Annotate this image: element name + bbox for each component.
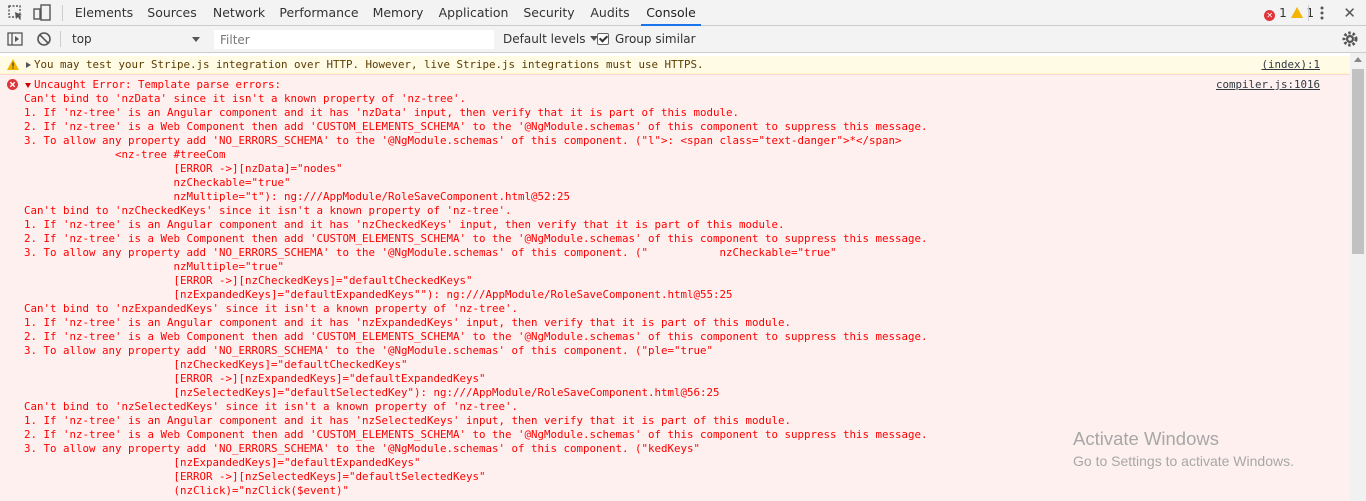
tab-network[interactable]: Network [208,0,270,26]
warning-source-link[interactable]: (index):1 [1261,58,1320,71]
error-line: 2. If 'nz-tree' is a Web Component then … [24,428,928,441]
warning-message[interactable]: You may test your Stripe.js integration … [0,56,1350,74]
toolbar-divider [60,31,61,47]
error-header: Uncaught Error: Template parse errors: [34,78,282,91]
console-scrollbar[interactable] [1350,53,1366,501]
console-settings-gear-icon[interactable] [1340,29,1360,49]
collapse-triangle-icon[interactable] [25,83,31,88]
error-line: [nzExpandedKeys]="defaultExpandedKeys" [24,456,421,469]
tab-console[interactable]: Console [641,0,701,26]
filter-input[interactable] [214,30,494,49]
error-line: (nzClick)="nzClick($event)" [24,484,350,497]
group-similar-checkbox[interactable] [597,33,609,45]
inspect-element-icon[interactable] [6,3,26,23]
device-toolbar-icon[interactable] [32,3,52,23]
warning-text: You may test your Stripe.js integration … [34,58,704,71]
tab-audits[interactable]: Audits [586,0,634,26]
error-line: Can't bind to 'nzSelectedKeys' since it … [24,400,519,413]
warning-icon [7,59,19,70]
error-line: [nzCheckedKeys]="defaultCheckedKeys" [24,358,408,371]
activate-windows-watermark: Activate Windows Go to Settings to activ… [1073,428,1294,469]
more-options-icon[interactable] [1314,5,1330,21]
error-line: [ERROR ->][nzExpandedKeys]="defaultExpan… [24,372,486,385]
chevron-down-icon [192,37,200,42]
error-line: 2. If 'nz-tree' is a Web Component then … [24,120,928,133]
group-similar-label: Group similar [615,32,696,46]
error-stack-text: Can't bind to 'nzData' since it isn't a … [24,92,928,498]
close-devtools-icon[interactable]: ✕ [1343,4,1356,22]
error-line: 1. If 'nz-tree' is an Angular component … [24,218,785,231]
issue-counts[interactable]: ✕ 1 1 [1264,0,1314,26]
scrollbar-thumb[interactable] [1352,69,1364,254]
error-line: 2. If 'nz-tree' is a Web Component then … [24,330,928,343]
error-line: [nzExpandedKeys]="defaultExpandedKeys"")… [24,288,733,301]
context-value: top [72,32,92,46]
tab-security[interactable]: Security [519,0,579,26]
context-selector[interactable]: top [66,29,206,49]
error-source-link[interactable]: compiler.js:1016 [1216,78,1320,91]
error-line: [ERROR ->][nzSelectedKeys]="defaultSelec… [24,470,486,483]
tab-sources[interactable]: Sources [143,0,201,26]
expand-triangle-icon[interactable] [26,62,31,68]
error-line: 1. If 'nz-tree' is an Angular component … [24,414,792,427]
error-count: 1 [1279,6,1287,20]
error-line: nzCheckable="true" [24,176,291,189]
error-line: nzMultiple="t"): ng:///AppModule/RoleSav… [24,190,571,203]
log-levels-label: Default levels [503,32,586,46]
watermark-subtitle: Go to Settings to activate Windows. [1073,453,1294,469]
show-sidebar-icon[interactable] [5,29,25,49]
error-line: 3. To allow any property add 'NO_ERRORS_… [24,442,701,455]
error-line: 1. If 'nz-tree' is an Angular component … [24,106,740,119]
error-line: nzMultiple="true" [24,260,285,273]
error-line: 2. If 'nz-tree' is a Web Component then … [24,232,928,245]
error-line: Can't bind to 'nzExpandedKeys' since it … [24,302,519,315]
error-line: 1. If 'nz-tree' is an Angular component … [24,316,792,329]
warning-count-icon [1290,7,1303,18]
error-icon [7,79,18,90]
group-similar-toggle[interactable]: Group similar [597,26,696,52]
tab-performance[interactable]: Performance [277,0,361,26]
toolbar-divider [62,5,63,21]
scroll-up-arrow-icon[interactable] [1354,57,1362,62]
error-count-icon: ✕ [1264,10,1276,21]
tab-application[interactable]: Application [435,0,512,26]
watermark-title: Activate Windows [1073,428,1219,449]
clear-console-icon[interactable] [34,29,54,49]
error-line: [ERROR ->][nzCheckedKeys]="defaultChecke… [24,274,473,287]
error-line: Can't bind to 'nzData' since it isn't a … [24,92,467,105]
error-line: 3. To allow any property add 'NO_ERRORS_… [24,344,714,357]
error-line: [ERROR ->][nzData]="nodes" [24,162,343,175]
log-levels-dropdown[interactable]: Default levels [503,26,599,52]
error-line: [nzSelectedKeys]="defaultSelectedKey"): … [24,386,720,399]
tab-elements[interactable]: Elements [72,0,136,26]
devtools-tab-bar: Elements Sources Network Performance Mem… [0,0,1366,26]
console-toolbar: top Default levels Group similar [0,26,1366,53]
toolbar-divider [1308,5,1309,21]
tab-memory[interactable]: Memory [368,0,428,26]
error-line: 3. To allow any property add 'NO_ERRORS_… [24,246,837,259]
error-line: Can't bind to 'nzCheckedKeys' since it i… [24,204,512,217]
error-line: 3. To allow any property add 'NO_ERRORS_… [24,134,902,147]
error-line: <nz-tree #treeCom [24,148,226,161]
